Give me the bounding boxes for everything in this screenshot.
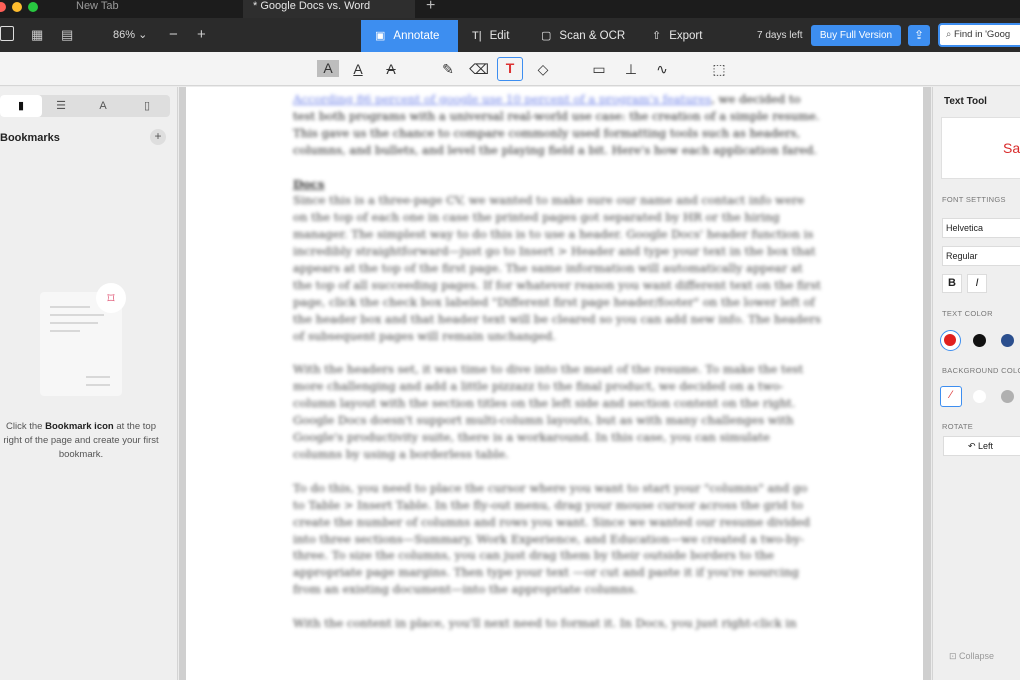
- text-color-swatch-black[interactable]: [973, 334, 986, 347]
- close-window-icon[interactable]: [0, 2, 6, 12]
- bookmark-icon: ⌑: [96, 283, 126, 313]
- text-tool-panel: Text Tool Sa FONT SETTINGS Helvetica Reg…: [932, 87, 1020, 680]
- text-box-icon[interactable]: T: [497, 57, 523, 81]
- tab-bar: New Tab * Google Docs vs. Word +: [0, 0, 1020, 18]
- bookmarks-title: Bookmarks: [0, 132, 60, 144]
- pdf-page[interactable]: According 86 percent of google use 10 pe…: [186, 87, 923, 680]
- share-icon[interactable]: ⇪: [908, 25, 930, 46]
- collapse-panel-button[interactable]: ⊡ Collapse: [949, 651, 994, 662]
- pen-icon[interactable]: ✎: [437, 59, 459, 79]
- body-paragraph: Since this is a three-page CV, we wanted…: [293, 193, 821, 343]
- trial-days-left: 7 days left: [757, 30, 803, 41]
- zoom-level[interactable]: 86% ⌄: [113, 28, 147, 41]
- annotate-icon: ▣: [375, 30, 386, 42]
- bg-color-swatch-white[interactable]: [973, 390, 986, 403]
- stamp-icon[interactable]: ⊥: [620, 59, 642, 79]
- grid-view-icon[interactable]: ▦: [31, 27, 43, 43]
- find-input[interactable]: ⌕ Find in 'Goog: [938, 23, 1020, 47]
- zoom-out-icon[interactable]: −: [169, 27, 178, 43]
- app-window: New Tab * Google Docs vs. Word + ▦ ▤ 86%…: [0, 0, 1020, 680]
- comment-icon[interactable]: ▭: [588, 59, 610, 79]
- collapse-icon: ⊡: [949, 651, 960, 661]
- new-tab-plus-icon[interactable]: +: [426, 0, 435, 14]
- bg-color-swatch-gray[interactable]: [1001, 390, 1014, 403]
- italic-button[interactable]: I: [967, 274, 987, 293]
- edit-mode-button[interactable]: T| Edit: [458, 20, 523, 52]
- annotations-tab[interactable]: A: [82, 95, 124, 117]
- body-paragraph: With the headers set, it was time to div…: [293, 362, 804, 461]
- no-fill-swatch[interactable]: ⁄: [940, 386, 962, 407]
- panel-title: Text Tool: [944, 96, 987, 107]
- buy-full-version-button[interactable]: Buy Full Version: [811, 25, 901, 46]
- export-icon: ⇧: [652, 30, 662, 42]
- font-family-select[interactable]: Helvetica: [942, 218, 1020, 238]
- document-viewer[interactable]: According 86 percent of google use 10 pe…: [179, 87, 931, 680]
- annotate-mode-button[interactable]: ▣ Annotate: [361, 20, 458, 52]
- page-layout-icon[interactable]: ▤: [61, 27, 73, 43]
- text-cursor-icon: T|: [472, 30, 482, 42]
- zoom-in-icon[interactable]: +: [197, 27, 206, 43]
- rotate-left-button[interactable]: ↶ Left: [943, 436, 1020, 456]
- text-color-swatch-red: [944, 334, 956, 346]
- intro-paragraph: According 86 percent of google use 10 pe…: [293, 92, 820, 157]
- sidebar-tabs: ▮ ☰ A ▯: [0, 95, 170, 117]
- scan-ocr-mode-button[interactable]: ▢ Scan & OCR: [527, 20, 639, 52]
- highlight-text-icon[interactable]: A: [317, 60, 339, 77]
- sidebar-toggle-icon[interactable]: [0, 26, 14, 41]
- bookmark-tab[interactable]: ▮: [0, 95, 42, 117]
- background-color-label: BACKGROUND COLO: [942, 366, 1020, 375]
- text-color-label: TEXT COLOR: [942, 309, 993, 318]
- section-heading: Docs: [293, 176, 325, 191]
- area-select-icon[interactable]: ⬚: [708, 59, 730, 79]
- tab-new-tab[interactable]: New Tab: [66, 0, 236, 18]
- bold-button[interactable]: B: [942, 274, 962, 293]
- text-preview: Sa: [941, 117, 1020, 179]
- empty-bookmarks-message: Click the Bookmark icon at the top right…: [3, 421, 159, 460]
- underline-text-icon[interactable]: A: [347, 59, 369, 79]
- outline-tab[interactable]: ☰: [40, 95, 82, 117]
- maximize-window-icon[interactable]: [28, 2, 38, 12]
- font-settings-label: FONT SETTINGS: [942, 195, 1006, 204]
- intro-link[interactable]: According 86 percent of google use 10 pe…: [293, 92, 711, 106]
- rotate-label: ROTATE: [942, 422, 974, 431]
- annotate-toolbar: A A A ✎ ⌫ T ◇ ▭ ⊥ ∿ ⬚: [0, 52, 1020, 86]
- signature-icon[interactable]: ∿: [651, 59, 673, 79]
- minimize-window-icon[interactable]: [12, 2, 22, 12]
- rotate-left-icon: ↶: [968, 441, 979, 451]
- font-style-select[interactable]: Regular: [942, 246, 1020, 266]
- body-paragraph: With the content in place, you'll next n…: [293, 616, 797, 631]
- left-sidebar: ▮ ☰ A ▯ Bookmarks + ⌑ Click the Bookmark…: [0, 87, 178, 680]
- swatch-selected-ring[interactable]: [940, 330, 961, 351]
- scan-icon: ▢: [541, 30, 552, 42]
- body-paragraph: To do this, you need to place the cursor…: [293, 480, 811, 597]
- tab-google-docs-vs-word[interactable]: * Google Docs vs. Word: [243, 0, 415, 18]
- text-color-swatch-blue[interactable]: [1001, 334, 1014, 347]
- page-content: According 86 percent of google use 10 pe…: [293, 91, 821, 649]
- eraser-icon[interactable]: ⌫: [468, 59, 490, 79]
- search-icon: ⌕: [946, 29, 954, 40]
- main-toolbar: ▦ ▤ 86% ⌄ − + ▣ Annotate T| Edit ▢ Scan & O…: [0, 18, 1020, 52]
- strikethrough-text-icon[interactable]: A: [380, 59, 402, 79]
- export-mode-button[interactable]: ⇧ Export: [638, 20, 716, 52]
- page-thumbnail-tab[interactable]: ▯: [126, 95, 168, 117]
- add-bookmark-button[interactable]: +: [150, 129, 166, 145]
- shape-icon[interactable]: ◇: [532, 59, 554, 79]
